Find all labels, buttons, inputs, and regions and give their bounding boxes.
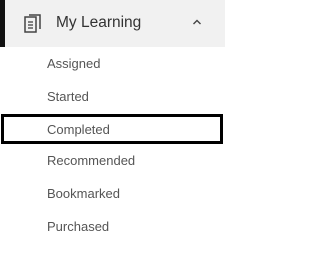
section-title: My Learning xyxy=(56,14,142,31)
menu-item-label: Completed xyxy=(47,122,110,137)
menu-item-label: Bookmarked xyxy=(47,186,120,201)
menu-item-label: Assigned xyxy=(47,56,101,71)
my-learning-header[interactable]: My Learning xyxy=(0,0,225,47)
menu-item-completed[interactable]: Completed xyxy=(1,114,223,144)
menu-item-label: Recommended xyxy=(47,153,136,168)
menu-item-label: Started xyxy=(47,89,89,104)
chevron-up-icon[interactable] xyxy=(192,18,202,26)
menu-item-purchased[interactable]: Purchased xyxy=(0,212,225,242)
menu-item-bookmarked[interactable]: Bookmarked xyxy=(0,179,225,209)
my-learning-nav: My Learning Assigned Started Completed R… xyxy=(0,0,225,254)
menu-item-assigned[interactable]: Assigned xyxy=(0,49,225,79)
active-accent-bar xyxy=(0,0,5,47)
menu-item-recommended[interactable]: Recommended xyxy=(0,146,225,176)
menu-item-started[interactable]: Started xyxy=(0,82,225,112)
document-icon xyxy=(24,14,41,33)
menu-item-label: Purchased xyxy=(47,219,110,234)
